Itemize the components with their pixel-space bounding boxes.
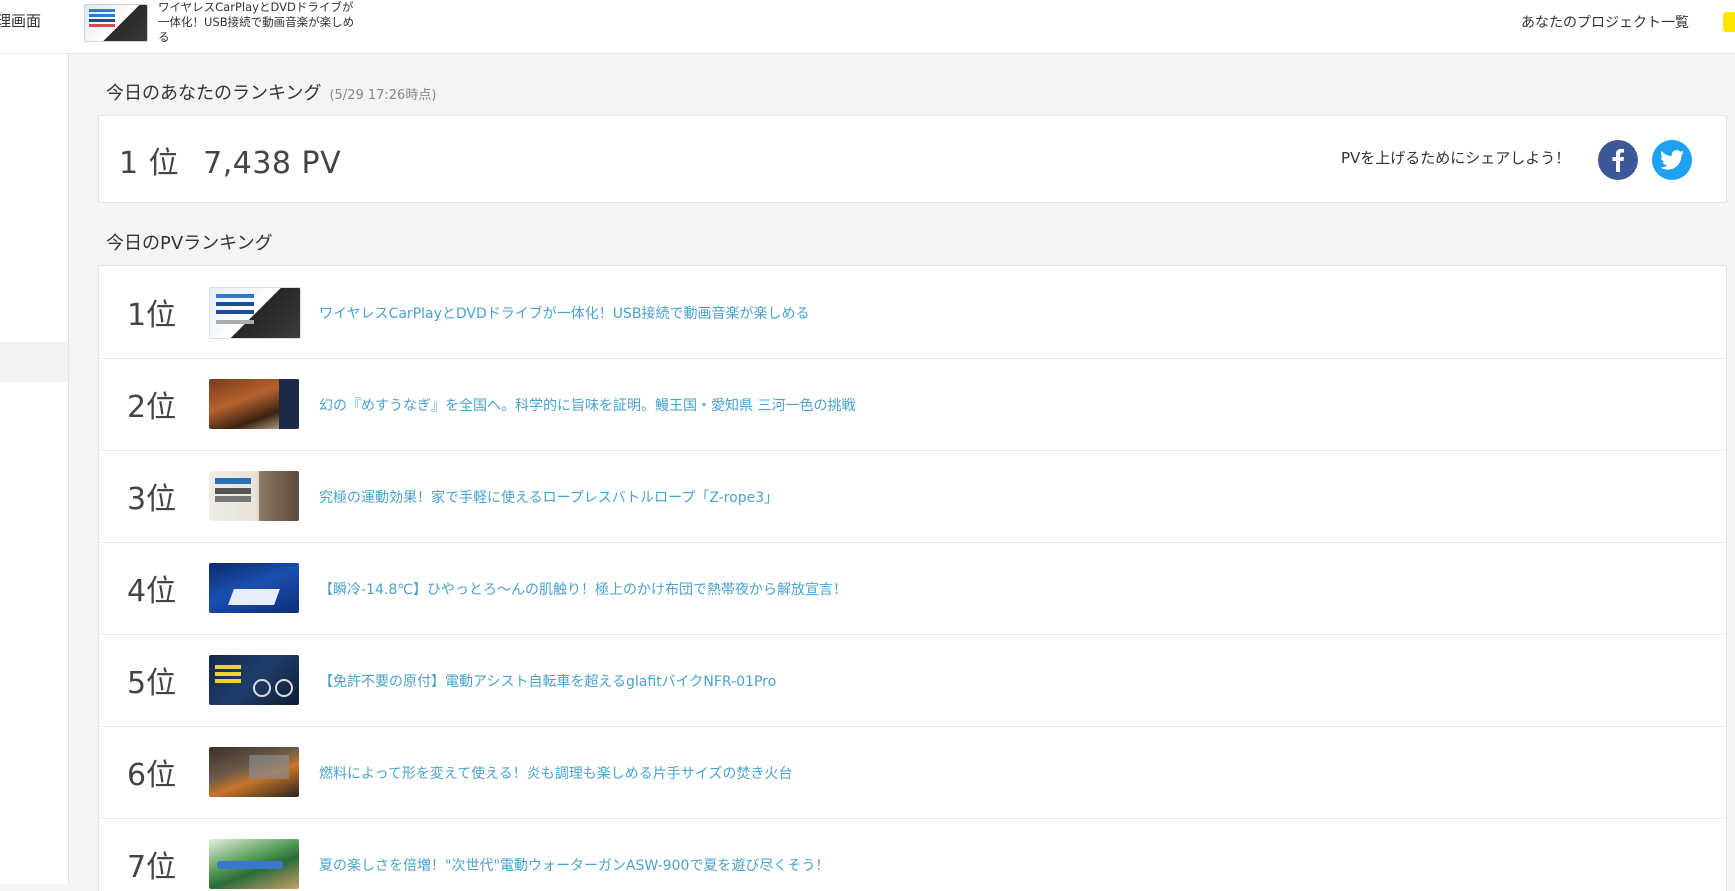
share-prompt: PVを上げるためにシェアしよう！ xyxy=(1341,149,1571,167)
project-thumbnail xyxy=(84,4,148,42)
ranking-position: 1位 xyxy=(127,298,177,333)
twitter-icon xyxy=(1660,150,1684,170)
current-project-title: ワイヤレスCarPlayとDVDドライブが一体化！USB接続で動画音楽が楽しめる xyxy=(158,0,355,44)
today-ranking-title: 今日のあなたのランキング xyxy=(106,83,322,104)
rank-summary: 1 位 7,438 PV xyxy=(119,138,341,182)
ranking-position: 7位 xyxy=(127,850,177,885)
ranking-row[interactable]: 7位 夏の楽しさを倍増！"次世代"電動ウォーターガンASW-900で夏を遊び尽く… xyxy=(99,818,1726,891)
ranking-project-link[interactable]: 【瞬冷-14.8℃】ひやっとろ～んの肌触り！極上のかけ布団で熱帯夜から解放宣言！ xyxy=(319,579,847,599)
rank-value: 1 位 xyxy=(119,146,180,181)
user-avatar[interactable] xyxy=(1723,12,1735,32)
ranking-project-link[interactable]: 究極の運動効果！家で手軽に使えるロープレスバトルロープ「Z-rope3」 xyxy=(319,487,778,507)
ranking-row[interactable]: 5位 【免許不要の原付】電動アシスト自転車を超えるglafitバイクNFR-01… xyxy=(99,634,1726,727)
project-thumbnail xyxy=(209,563,299,613)
ranking-position: 3位 xyxy=(127,482,177,517)
facebook-icon xyxy=(1612,148,1624,172)
ranking-position: 5位 xyxy=(127,666,177,701)
project-thumbnail xyxy=(209,379,299,429)
ranking-row[interactable]: 2位 幻の『めすうなぎ』を全国へ。科学的に旨味を証明。鰻王国・愛知県 三河一色の… xyxy=(99,358,1726,451)
ranking-project-link[interactable]: 燃料によって形を変えて使える！炎も調理も楽しめる片手サイズの焚き火台 xyxy=(319,763,792,783)
project-thumbnail xyxy=(209,839,299,889)
ranking-project-link[interactable]: ワイヤレスCarPlayとDVDドライブが一体化！USB接続で動画音楽が楽しめる xyxy=(319,303,810,323)
facebook-share-button[interactable] xyxy=(1598,140,1638,180)
ranking-project-link[interactable]: 【免許不要の原付】電動アシスト自転車を超えるglafitバイクNFR-01Pro xyxy=(319,671,776,691)
ranking-row[interactable]: 3位 究極の運動効果！家で手軽に使えるロープレスバトルロープ「Z-rope3」 xyxy=(99,450,1726,543)
pv-ranking-list: 1位 ワイヤレスCarPlayとDVDドライブが一体化！USB接続で動画音楽が楽… xyxy=(98,265,1727,891)
pv-ranking-heading: 今日のPVランキング xyxy=(106,233,273,254)
project-thumbnail xyxy=(209,655,299,705)
ranking-position: 2位 xyxy=(127,390,177,425)
today-ranking-heading: 今日のあなたのランキング (5/29 17:26時点) xyxy=(106,79,436,105)
admin-screen-title[interactable]: 理画面 xyxy=(0,10,41,31)
ranking-timestamp: (5/29 17:26時点) xyxy=(329,88,437,103)
pv-value: 7,438 PV xyxy=(203,146,342,181)
ranking-position: 6位 xyxy=(127,758,177,793)
ranking-row[interactable]: 1位 ワイヤレスCarPlayとDVDドライブが一体化！USB接続で動画音楽が楽… xyxy=(99,266,1726,359)
today-ranking-card: 1 位 7,438 PV PVを上げるためにシェアしよう！ xyxy=(98,115,1727,203)
twitter-share-button[interactable] xyxy=(1652,140,1692,180)
project-list-link[interactable]: あなたのプロジェクト一覧 xyxy=(1521,12,1689,32)
project-thumbnail xyxy=(209,747,299,797)
ranking-row[interactable]: 6位 燃料によって形を変えて使える！炎も調理も楽しめる片手サイズの焚き火台 xyxy=(99,726,1726,819)
ranking-project-link[interactable]: 夏の楽しさを倍増！"次世代"電動ウォーターガンASW-900で夏を遊び尽くそう！ xyxy=(319,855,829,875)
sidebar xyxy=(0,54,69,884)
ranking-position: 4位 xyxy=(127,574,177,609)
ranking-project-link[interactable]: 幻の『めすうなぎ』を全国へ。科学的に旨味を証明。鰻王国・愛知県 三河一色の挑戦 xyxy=(319,395,855,415)
sidebar-item-active[interactable] xyxy=(0,342,68,382)
ranking-row[interactable]: 4位 【瞬冷-14.8℃】ひやっとろ～んの肌触り！極上のかけ布団で熱帯夜から解放… xyxy=(99,542,1726,635)
current-project-selector[interactable]: ワイヤレスCarPlayとDVDドライブが一体化！USB接続で動画音楽が楽しめる xyxy=(84,0,354,48)
top-header: 理画面 ワイヤレスCarPlayとDVDドライブが一体化！USB接続で動画音楽が… xyxy=(0,0,1735,54)
project-thumbnail xyxy=(209,471,299,521)
project-thumbnail xyxy=(209,287,301,339)
